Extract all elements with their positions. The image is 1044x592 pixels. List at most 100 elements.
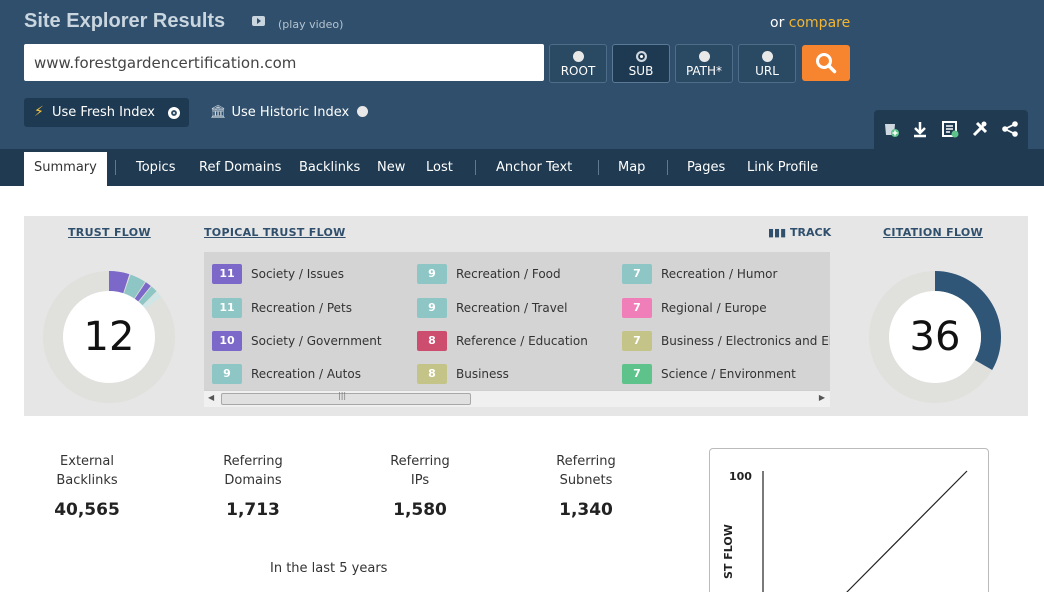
scroll-left-icon[interactable]: ◀ bbox=[208, 393, 214, 402]
stat-label-line: Subnets bbox=[559, 473, 613, 488]
stat-label-line: Domains bbox=[224, 473, 282, 488]
mode-root-button[interactable]: ROOT bbox=[549, 44, 607, 83]
flow-metric-chart[interactable]: 100 ST FLOW bbox=[709, 448, 989, 592]
tab-summary[interactable]: Summary bbox=[24, 152, 107, 186]
mode-label: SUB bbox=[628, 64, 654, 78]
topic-name: Regional / Europe bbox=[661, 301, 767, 315]
mode-label: ROOT bbox=[560, 64, 596, 78]
historic-index-label: Use Historic Index bbox=[231, 105, 350, 120]
topic-score-badge: 8 bbox=[417, 364, 447, 384]
mode-label: PATH* bbox=[685, 64, 723, 78]
stat-label-line: External bbox=[60, 454, 114, 469]
tab-lost[interactable]: Lost bbox=[426, 160, 453, 175]
mode-label: URL bbox=[755, 64, 779, 78]
radio-icon bbox=[698, 51, 710, 62]
external-backlinks-value[interactable]: 40,565 bbox=[17, 500, 157, 520]
radio-icon bbox=[761, 51, 773, 62]
tab-pages[interactable]: Pages bbox=[687, 160, 725, 175]
topic-name: Reference / Education bbox=[456, 334, 588, 348]
mode-path-button[interactable]: PATH* bbox=[675, 44, 733, 83]
topic-score-badge: 7 bbox=[622, 364, 652, 384]
mode-sub-button[interactable]: SUB bbox=[612, 44, 670, 83]
track-label: TRACK bbox=[790, 226, 832, 239]
radio-selected-icon bbox=[635, 51, 647, 62]
search-button[interactable] bbox=[802, 45, 850, 81]
topic-name: Business / Electronics and Ele bbox=[661, 334, 830, 348]
nav-bar: Summary Topics Ref Domains Backlinks New… bbox=[0, 149, 1044, 186]
share-icon[interactable] bbox=[1000, 120, 1020, 140]
stat-label-line: Referring bbox=[390, 454, 450, 469]
tab-ref-domains[interactable]: Ref Domains bbox=[199, 160, 281, 175]
report-icon[interactable] bbox=[940, 120, 960, 140]
scroll-right-icon[interactable]: ▶ bbox=[819, 393, 825, 402]
url-input[interactable] bbox=[24, 44, 544, 81]
stat-label-line: IPs bbox=[410, 473, 430, 488]
compare-link[interactable]: compare bbox=[789, 15, 850, 31]
radio-icon bbox=[572, 51, 584, 62]
referring-subnets-value[interactable]: 1,340 bbox=[516, 500, 656, 520]
topic-score-badge: 7 bbox=[622, 264, 652, 284]
download-icon[interactable] bbox=[910, 120, 930, 140]
mode-url-button[interactable]: URL bbox=[738, 44, 796, 83]
tab-topics[interactable]: Topics bbox=[136, 160, 175, 175]
tab-backlinks[interactable]: Backlinks bbox=[299, 160, 360, 175]
topic-name: Recreation / Pets bbox=[251, 301, 352, 315]
topic-score-badge: 9 bbox=[417, 264, 447, 284]
topic-score-badge: 8 bbox=[417, 331, 447, 351]
referring-domains-value[interactable]: 1,713 bbox=[183, 500, 323, 520]
add-to-bucket-icon[interactable] bbox=[881, 120, 901, 140]
lightning-icon: ⚡ bbox=[34, 104, 44, 120]
track-button[interactable]: ▮▮▮ TRACK bbox=[768, 226, 831, 239]
stat-label: External Backlinks bbox=[17, 452, 157, 490]
topic-name: Recreation / Humor bbox=[661, 267, 778, 281]
page-title: Site Explorer Results bbox=[24, 10, 226, 32]
flow-panel: TRUST FLOW 12 TOPICAL TRUST FLOW ▮▮▮ TRA… bbox=[24, 216, 1028, 416]
stat-label: Referring Domains bbox=[183, 452, 323, 490]
topic-name: Science / Environment bbox=[661, 367, 796, 381]
trust-flow-value: 12 bbox=[83, 314, 135, 360]
bar-chart-icon: ▮▮▮ bbox=[768, 226, 787, 239]
topic-score-badge: 9 bbox=[212, 364, 242, 384]
radio-selected-icon bbox=[168, 107, 180, 119]
topical-trust-flow-list: 11 Society / Issues 9 Recreation / Food … bbox=[204, 252, 830, 407]
tab-new[interactable]: New bbox=[377, 160, 405, 175]
topic-score-badge: 9 bbox=[417, 298, 447, 318]
video-icon[interactable] bbox=[252, 16, 265, 26]
nav-divider bbox=[598, 160, 599, 175]
stat-label: Referring Subnets bbox=[516, 452, 656, 490]
search-icon bbox=[816, 53, 837, 74]
topic-score-badge: 7 bbox=[622, 298, 652, 318]
play-video-link[interactable]: (play video) bbox=[278, 18, 343, 31]
stat-label-line: Backlinks bbox=[56, 473, 118, 488]
topical-trust-flow-label[interactable]: TOPICAL TRUST FLOW bbox=[204, 226, 346, 239]
topic-name: Society / Issues bbox=[251, 267, 345, 281]
topic-name: Recreation / Travel bbox=[456, 301, 568, 315]
fresh-index-toggle[interactable]: ⚡ Use Fresh Index bbox=[24, 98, 189, 127]
citation-flow-label[interactable]: CITATION FLOW bbox=[883, 226, 983, 239]
stat-label-line: Referring bbox=[556, 454, 616, 469]
tab-anchor-text[interactable]: Anchor Text bbox=[496, 160, 572, 175]
referring-ips-value[interactable]: 1,580 bbox=[350, 500, 490, 520]
historic-index-toggle[interactable]: 🏛 Use Historic Index bbox=[210, 105, 369, 120]
nav-divider bbox=[475, 160, 476, 175]
tab-link-profile[interactable]: Link Profile bbox=[747, 160, 818, 175]
topic-score-badge: 10 bbox=[212, 331, 242, 351]
topic-score-badge: 7 bbox=[622, 331, 652, 351]
period-label: In the last 5 years bbox=[270, 561, 388, 576]
scroll-thumb[interactable] bbox=[221, 391, 471, 405]
topic-name: Society / Government bbox=[251, 334, 382, 348]
topic-name: Business bbox=[456, 367, 509, 381]
horizontal-scrollbar[interactable]: ◀ ▶ bbox=[204, 390, 830, 407]
topic-score-badge: 11 bbox=[212, 298, 242, 318]
tab-map[interactable]: Map bbox=[618, 160, 645, 175]
nav-divider bbox=[667, 160, 668, 175]
or-text: or bbox=[770, 15, 785, 31]
diagonal-reference-line bbox=[846, 470, 968, 592]
stat-label-line: Referring bbox=[223, 454, 283, 469]
topic-score-badge: 11 bbox=[212, 264, 242, 284]
tools-icon[interactable] bbox=[970, 120, 990, 140]
trust-flow-label[interactable]: TRUST FLOW bbox=[68, 226, 151, 239]
nav-divider bbox=[115, 160, 116, 175]
citation-flow-value: 36 bbox=[909, 314, 961, 360]
bank-icon: 🏛 bbox=[210, 105, 227, 120]
